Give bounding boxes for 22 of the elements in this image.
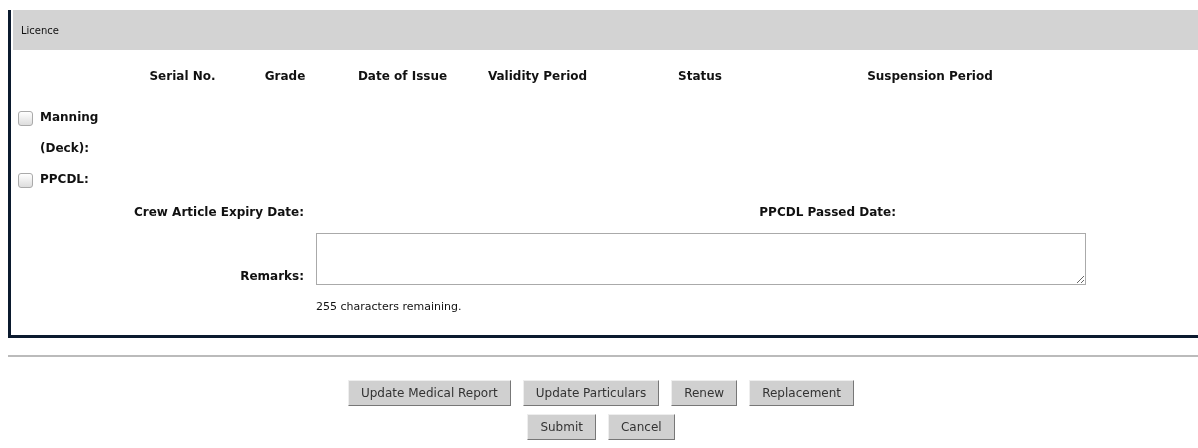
column-header: Date of Issue xyxy=(356,68,449,85)
field-label: Crew Article Expiry Date: xyxy=(133,205,304,219)
field-label: Remarks: xyxy=(239,269,304,285)
checkbox[interactable] xyxy=(18,111,33,126)
field-label: PPCDL Passed Date: xyxy=(758,205,896,219)
action-button[interactable]: Renew xyxy=(671,380,738,406)
column-header: Validity Period xyxy=(486,68,589,85)
checkbox[interactable] xyxy=(18,173,33,188)
column-header: Suspension Period xyxy=(866,68,994,85)
column-header: Status xyxy=(677,68,723,85)
column-header: Grade xyxy=(263,68,307,85)
action-button[interactable]: Update Particulars xyxy=(522,380,660,406)
action-button[interactable]: Cancel xyxy=(607,414,675,440)
checkbox-label: Manning (Deck): xyxy=(40,109,100,157)
checkbox-label: PPCDL: xyxy=(40,171,90,188)
remarks-field[interactable] xyxy=(316,233,1086,285)
action-button[interactable]: Submit xyxy=(527,414,596,440)
section-header: Licence xyxy=(13,10,1198,50)
action-button[interactable]: Replacement xyxy=(749,380,855,406)
action-button[interactable]: Update Medical Report xyxy=(347,380,511,406)
column-header: Serial No. xyxy=(148,68,217,85)
character-counter: 255 characters remaining. xyxy=(316,300,463,313)
